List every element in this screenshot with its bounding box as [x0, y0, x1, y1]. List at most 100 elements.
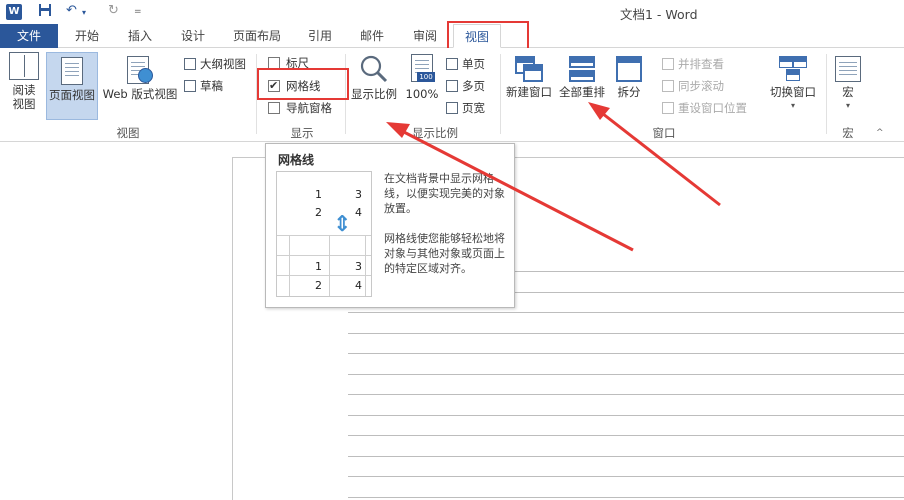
- reset-position-button[interactable]: 重设窗口位置: [662, 100, 747, 116]
- gridline: [348, 476, 904, 477]
- ribbon: 阅读 视图 页面视图 Web 版式视图 大纲视图 草稿 视图 标尺 网格线 导航…: [0, 48, 904, 142]
- sync-scroll-icon: [662, 80, 674, 92]
- switch-windows-dropdown-icon: ▾: [790, 101, 795, 110]
- gridline: [348, 435, 904, 436]
- tab-references[interactable]: 引用: [296, 24, 344, 48]
- gridline: [348, 394, 904, 395]
- window-group-label: 窗口: [652, 126, 676, 140]
- one-page-icon: [446, 58, 458, 70]
- arrange-all-icon: [569, 56, 595, 82]
- tab-design[interactable]: 设计: [168, 24, 218, 48]
- zoom-button[interactable]: 显示比例: [348, 54, 400, 101]
- preview-number: 2: [315, 279, 322, 292]
- sync-scroll-label: 同步滚动: [678, 79, 724, 93]
- gridlines-tooltip: 网格线 1 3 2 4 ⇕ 1 3 2 4 在文档背景中显示网格线，以便实现完美…: [265, 143, 515, 308]
- reset-position-label: 重设窗口位置: [678, 101, 747, 115]
- redo-icon[interactable]: ↻: [108, 3, 119, 18]
- sync-scroll-button[interactable]: 同步滚动: [662, 78, 724, 94]
- new-window-label: 新建窗口: [506, 85, 552, 99]
- preview-number: 3: [355, 188, 362, 201]
- preview-number: 1: [315, 260, 322, 273]
- print-layout-button[interactable]: 页面视图: [46, 52, 98, 120]
- preview-number: 4: [355, 206, 362, 219]
- web-layout-button[interactable]: Web 版式视图: [100, 56, 180, 101]
- new-window-icon: [515, 56, 543, 82]
- collapse-ribbon-icon[interactable]: ^: [876, 128, 884, 138]
- zoom-100-label: 100%: [405, 87, 439, 101]
- zoom-label: 显示比例: [351, 87, 397, 101]
- switch-windows-icon: [779, 56, 807, 82]
- tab-home[interactable]: 开始: [62, 24, 112, 48]
- read-mode-label: 阅读 视图: [12, 83, 36, 111]
- side-by-side-icon: [662, 58, 674, 70]
- multiple-pages-label: 多页: [462, 79, 485, 93]
- gridlines-highlight: [257, 68, 349, 100]
- tooltip-description-1: 在文档背景中显示网格线，以便实现完美的对象放置。: [384, 172, 505, 215]
- draft-icon: [184, 80, 196, 92]
- read-mode-icon: [9, 52, 39, 80]
- preview-number: 3: [355, 260, 362, 273]
- gridline: [348, 414, 904, 416]
- document-title: 文档1 - Word: [620, 7, 698, 22]
- arrange-all-label: 全部重排: [559, 85, 605, 99]
- print-layout-icon: [61, 57, 83, 85]
- macros-group-label: 宏: [842, 126, 854, 140]
- zoom-100-button[interactable]: 100 100%: [404, 54, 440, 101]
- show-group-label: 显示: [290, 126, 314, 140]
- new-window-button[interactable]: 新建窗口: [504, 56, 554, 99]
- arrange-all-button[interactable]: 全部重排: [556, 56, 608, 99]
- multiple-pages-icon: [446, 80, 458, 92]
- nav-pane-checkbox[interactable]: 导航窗格: [268, 100, 332, 116]
- magnifier-icon: [360, 55, 388, 83]
- page-width-label: 页宽: [462, 101, 485, 115]
- gridline: [348, 312, 904, 313]
- undo-icon[interactable]: ↶: [66, 3, 77, 18]
- undo-dropdown-icon[interactable]: ▾: [82, 8, 86, 17]
- macros-button[interactable]: 宏 ▾: [830, 56, 866, 113]
- gridline: [348, 496, 904, 498]
- web-layout-label: Web 版式视图: [102, 87, 178, 101]
- word-app-icon[interactable]: W: [6, 4, 22, 20]
- switch-windows-label: 切换窗口: [770, 85, 816, 99]
- switch-windows-button[interactable]: 切换窗口 ▾: [764, 56, 822, 113]
- tab-mailings[interactable]: 邮件: [348, 24, 396, 48]
- views-group-label: 视图: [116, 126, 140, 140]
- outline-icon: [184, 58, 196, 70]
- print-layout-label: 页面视图: [49, 88, 95, 102]
- preview-number: 1: [315, 188, 322, 201]
- save-icon[interactable]: [38, 3, 52, 21]
- tooltip-preview: 1 3 2 4 ⇕ 1 3 2 4: [276, 171, 372, 297]
- one-page-label: 单页: [462, 57, 485, 71]
- page-width-button[interactable]: 页宽: [446, 100, 485, 116]
- multiple-pages-button[interactable]: 多页: [446, 78, 485, 94]
- draft-label: 草稿: [200, 79, 223, 93]
- vertical-arrow-icon: ⇕: [333, 212, 352, 237]
- side-by-side-button[interactable]: 并排查看: [662, 56, 724, 72]
- tab-insert[interactable]: 插入: [115, 24, 165, 48]
- tab-file[interactable]: 文件: [0, 24, 58, 48]
- macros-dropdown-icon: ▾: [845, 101, 850, 110]
- reset-position-icon: [662, 102, 674, 114]
- page-width-icon: [446, 102, 458, 114]
- split-button[interactable]: 拆分: [612, 56, 646, 99]
- outline-button[interactable]: 大纲视图: [184, 56, 246, 72]
- zoom-100-icon: 100: [409, 54, 435, 84]
- customize-quick-access-icon[interactable]: =: [134, 7, 142, 17]
- tab-review[interactable]: 审阅: [401, 24, 449, 48]
- draft-button[interactable]: 草稿: [184, 78, 223, 94]
- view-tab-highlight: [447, 21, 529, 50]
- preview-number: 2: [315, 206, 322, 219]
- gridline: [348, 455, 904, 457]
- one-page-button[interactable]: 单页: [446, 56, 485, 72]
- macros-label: 宏: [842, 85, 854, 99]
- read-mode-button[interactable]: 阅读 视图: [4, 52, 44, 111]
- tooltip-description-2: 网格线使您能够轻松地将对象与其他对象或页面上的特定区域对齐。: [384, 232, 505, 275]
- nav-pane-check-icon[interactable]: [268, 102, 280, 114]
- preview-number: 4: [355, 279, 362, 292]
- web-layout-icon: [125, 56, 155, 84]
- zoom-group-label: 显示比例: [412, 126, 458, 140]
- tooltip-title: 网格线: [278, 153, 315, 167]
- macros-icon: [835, 56, 861, 82]
- split-label: 拆分: [617, 85, 641, 99]
- tab-page-layout[interactable]: 页面布局: [224, 24, 290, 48]
